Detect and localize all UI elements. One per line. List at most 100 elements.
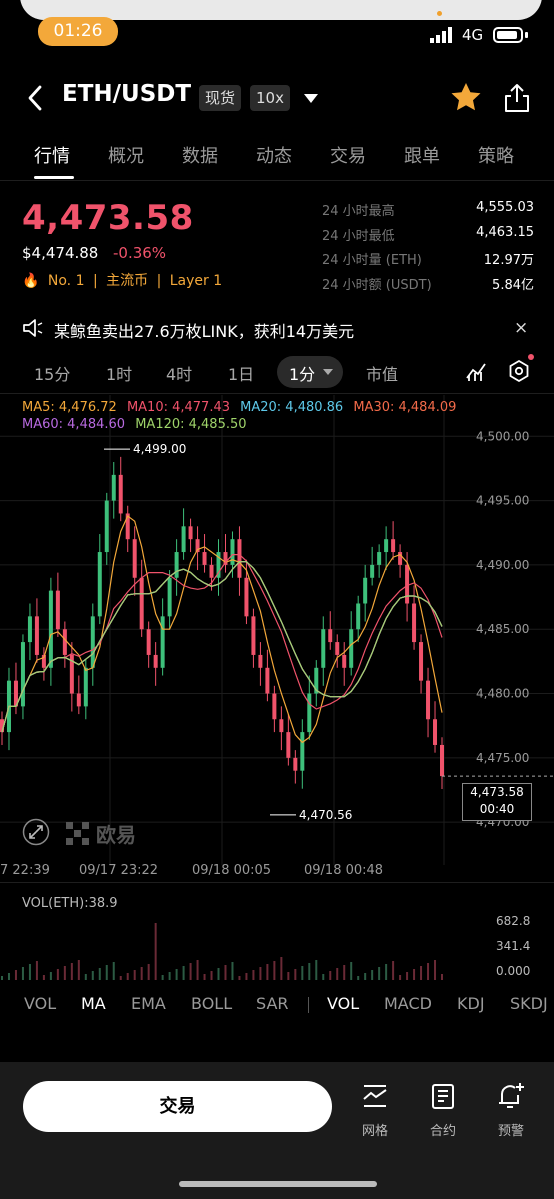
interval-bar: 15分 1时 4时 1日 1分 市值	[0, 354, 554, 388]
main-ind-sar[interactable]: SAR	[256, 994, 289, 1013]
star-icon[interactable]	[450, 82, 482, 112]
sub-ind-skdj[interactable]: SKDJ	[510, 994, 548, 1013]
interval-1d[interactable]: 1日	[228, 361, 254, 385]
rank-tag[interactable]: No. 1	[48, 273, 85, 289]
candle-body	[90, 616, 95, 668]
sub-ind-macd[interactable]: MACD	[384, 994, 432, 1013]
y-tick-label: 4,480.00	[476, 687, 529, 701]
indicator-icon[interactable]	[465, 361, 487, 383]
volume-bar	[231, 962, 234, 980]
volume-bar	[224, 965, 227, 980]
speaker-icon	[23, 319, 43, 337]
news-ticker[interactable]: 某鲸鱼卖出27.6万枚LINK，获利14万美元 ×	[0, 314, 554, 344]
volume-bar	[14, 970, 17, 980]
grid-button[interactable]: 网格	[353, 1082, 397, 1139]
main-ind-ema[interactable]: EMA	[131, 994, 166, 1013]
interval-active-label: 1分	[289, 365, 316, 384]
market-tag: 现货	[199, 85, 242, 111]
current-price-value: 4,473.58	[470, 785, 524, 799]
tab-data[interactable]: 数据	[182, 142, 218, 168]
sub-ind-vol[interactable]: VOL	[327, 994, 359, 1013]
candle-body	[293, 757, 298, 771]
volume-bar	[385, 964, 388, 980]
grid-label: 网格	[361, 1124, 388, 1139]
close-icon[interactable]: ×	[514, 318, 528, 338]
tab-market[interactable]: 行情	[34, 142, 70, 168]
main-ind-ma[interactable]: MA	[81, 994, 106, 1013]
volume-bar	[301, 966, 304, 980]
x-tick-label: 09/18 00:48	[304, 863, 384, 878]
trade-button[interactable]: 交易	[23, 1081, 332, 1132]
status-time: 01:26	[38, 17, 118, 46]
volume-bar	[189, 963, 192, 980]
status-bar: 01:26 4G	[0, 0, 554, 48]
interval-1h[interactable]: 1时	[106, 361, 132, 385]
candle-body	[167, 577, 172, 617]
chevron-down-icon	[323, 369, 333, 375]
layer-tag[interactable]: Layer 1	[170, 273, 222, 289]
market-cap-toggle[interactable]: 市值	[366, 361, 398, 385]
main-ind-vol[interactable]: VOL	[24, 994, 56, 1013]
tab-overview[interactable]: 概况	[108, 142, 144, 168]
battery-tip	[525, 32, 528, 38]
category-tag[interactable]: 主流币	[106, 273, 148, 289]
price-change: -0.36%	[113, 244, 167, 262]
tab-strategy[interactable]: 策略	[478, 142, 514, 168]
candle-body	[111, 474, 116, 501]
futures-button[interactable]: 合约	[421, 1082, 465, 1139]
candle-body	[27, 616, 32, 643]
candle-body	[237, 539, 242, 578]
volume-bar	[7, 973, 10, 980]
stat-value: 4,555.03	[476, 200, 534, 215]
tab-trade[interactable]: 交易	[330, 142, 366, 168]
volume-bar	[28, 964, 31, 980]
candle-body	[55, 590, 60, 630]
news-text[interactable]: 某鲸鱼卖出27.6万枚LINK，获利14万美元	[54, 318, 354, 342]
watermark-text: 欧易	[96, 823, 136, 847]
share-icon[interactable]	[504, 83, 530, 113]
candle-body	[265, 667, 270, 694]
main-ind-boll[interactable]: BOLL	[191, 994, 232, 1013]
stats-table: 24 小时最高 4,555.03 24 小时最低 4,463.15 24 小时量 (…	[322, 200, 534, 298]
candle-body	[230, 539, 235, 565]
divider	[0, 180, 554, 181]
volume-bar	[315, 960, 318, 980]
tab-feed[interactable]: 动态	[256, 142, 292, 168]
chart-settings-icon[interactable]	[508, 359, 530, 383]
candle-body	[209, 564, 214, 578]
last-price: 4,473.58	[22, 198, 194, 238]
tag-separator: |	[156, 273, 162, 289]
back-icon[interactable]	[26, 84, 44, 112]
candle-body	[300, 732, 305, 771]
interval-15m[interactable]: 15分	[34, 361, 70, 385]
network-label: 4G	[462, 26, 484, 44]
interval-4h[interactable]: 4时	[166, 361, 192, 385]
volume-bar	[357, 976, 360, 980]
interval-1m-dropdown[interactable]: 1分	[277, 356, 343, 388]
volume-bar	[168, 972, 171, 980]
pair-title[interactable]: ETH/USDT	[62, 81, 191, 107]
volume-bar	[287, 972, 290, 980]
tab-copy-trading[interactable]: 跟单	[404, 142, 440, 168]
ma-legend: MA5: 4,476.72 MA10: 4,477.43 MA20: 4,480…	[22, 399, 462, 433]
alert-button[interactable]: 预警	[489, 1082, 533, 1139]
volume-bar	[364, 973, 367, 980]
candle-body	[307, 693, 312, 733]
volume-bar	[217, 968, 220, 980]
candle-body	[139, 577, 144, 630]
chevron-down-icon[interactable]	[304, 94, 318, 103]
volume-bar	[70, 963, 73, 980]
current-price-tag: 4,473.58 00:40	[462, 783, 532, 821]
candle-body	[118, 474, 123, 514]
stat-value: 4,463.15	[476, 224, 534, 240]
volume-bar	[252, 970, 255, 980]
volume-bar	[49, 972, 52, 980]
candle-body	[419, 642, 424, 681]
candle-body	[202, 552, 207, 565]
fullscreen-icon[interactable]	[22, 818, 50, 846]
stat-row: 24 小时最低 4,463.15	[322, 225, 534, 250]
sub-ind-kdj[interactable]: KDJ	[457, 994, 485, 1013]
divider	[0, 393, 554, 394]
candle-body	[258, 654, 263, 668]
candle-countdown: 00:40	[479, 802, 515, 816]
